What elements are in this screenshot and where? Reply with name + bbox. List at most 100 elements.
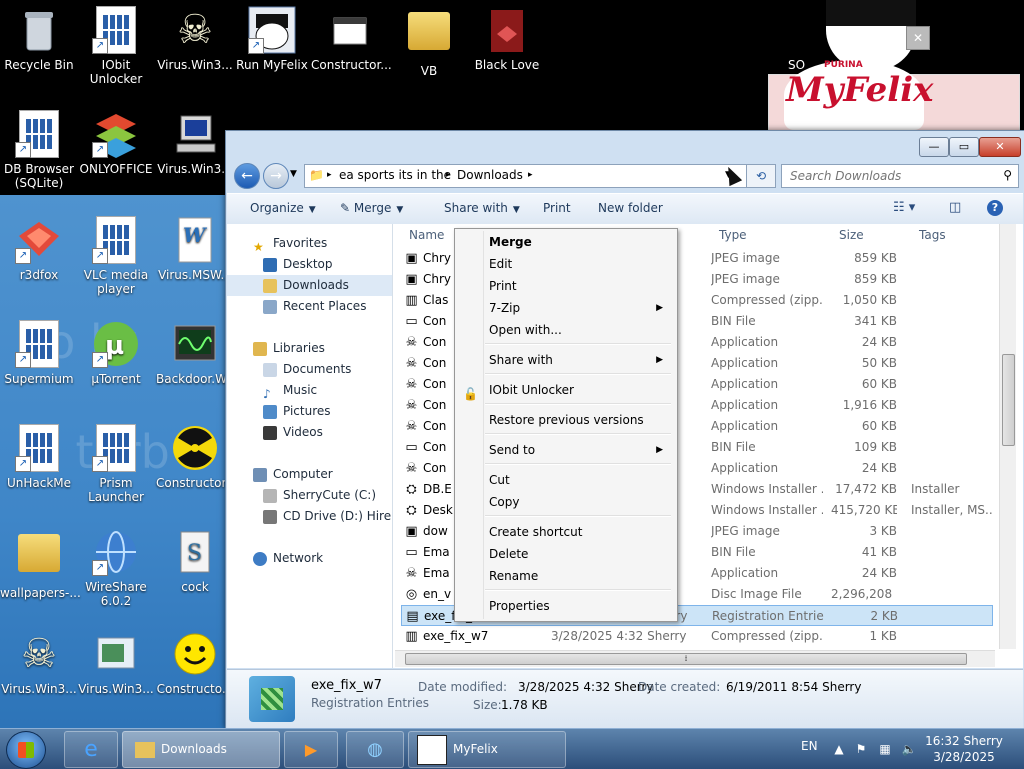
menu-item-share-with[interactable]: Share with ▶ [457, 349, 673, 371]
close-icon[interactable]: ✕ [906, 26, 930, 50]
desktop-icon-black-love[interactable]: Black Love [468, 6, 546, 72]
desktop-icon-utorrent[interactable]: µ ↗ µTorrent [77, 320, 155, 386]
column-header-size[interactable]: Size [839, 228, 864, 242]
desktop-icon-run-myfelix[interactable]: ↗ Run MyFelix [233, 6, 311, 72]
chevron-right-icon[interactable]: ▸ [446, 170, 451, 180]
organize-button[interactable]: Organize ▼ [250, 201, 316, 215]
desktop-icon-db-browser[interactable]: ↗ DB Browser (SQLite) [0, 110, 78, 190]
show-hidden-icons-icon[interactable]: ▲ [831, 741, 847, 757]
nav-pictures[interactable]: Pictures [227, 401, 392, 422]
internet-explorer-icon[interactable]: e [64, 731, 118, 768]
chevron-right-icon[interactable]: ▸ [528, 170, 533, 180]
maximize-button[interactable]: ▭ [949, 137, 979, 157]
volume-muted-icon[interactable]: 🔈 [901, 741, 917, 757]
column-header-tags[interactable]: Tags [919, 228, 946, 242]
nav-favorites[interactable]: ★ Favorites [227, 233, 392, 254]
nav-computer[interactable]: Computer [227, 464, 392, 485]
refresh-button[interactable]: ⟲ [746, 164, 776, 188]
nav-libraries[interactable]: Libraries [227, 338, 392, 359]
desktop-icon-recycle-bin[interactable]: Recycle Bin [0, 6, 78, 72]
desktop-icon-constructor-1[interactable]: Constructor... [311, 6, 392, 72]
menu-item-delete[interactable]: Delete [457, 543, 673, 565]
new-folder-button[interactable]: New folder [598, 201, 663, 215]
column-header-name[interactable]: Name [409, 228, 444, 242]
desktop-icon-backdoor[interactable]: Backdoor.W... [156, 320, 237, 386]
nav-videos[interactable]: Videos [227, 422, 392, 443]
nav-recent-places[interactable]: Recent Places [227, 296, 392, 317]
nav-network[interactable]: Network [227, 548, 392, 569]
menu-item-send-to[interactable]: Send to ▶ [457, 439, 673, 461]
menu-item-restore-previous-versions[interactable]: Restore previous versions [457, 409, 673, 431]
start-button[interactable] [6, 731, 46, 769]
nav-desktop[interactable]: Desktop [227, 254, 392, 275]
menu-item-iobit-unlocker[interactable]: 🔓 IObit Unlocker [457, 379, 673, 401]
address-bar[interactable]: 📁 ▸ ea sports its in the ▸ Downloads ▸ ▼ [304, 164, 768, 188]
desktop-icon-r3dfox[interactable]: ↗ r3dfox [0, 216, 78, 282]
minimize-button[interactable]: — [919, 137, 949, 157]
media-player-icon[interactable]: ▶ [284, 731, 338, 768]
desktop-icon-virus-4[interactable]: Virus.Win3... [77, 630, 155, 696]
nav-c-drive[interactable]: SherryCute (C:) [227, 485, 392, 506]
myfelix-popup[interactable]: PURINA MyFelix SO ✕ [756, 0, 1024, 140]
desktop-icon-vb[interactable]: VB [390, 6, 468, 78]
desktop-icon-vlc[interactable]: ↗ VLC media player [77, 216, 155, 296]
desktop-icon-virus-2[interactable]: Virus.Win3... [156, 110, 234, 176]
nav-d-drive[interactable]: CD Drive (D:) Hiren's [227, 506, 392, 527]
menu-item-rename[interactable]: Rename [457, 565, 673, 587]
menu-item-properties[interactable]: Properties [457, 595, 673, 617]
desktop-icon-iobit-unlocker[interactable]: ↗ IObit Unlocker [77, 6, 155, 86]
recent-pages-chevron-down-icon[interactable]: ▼ [290, 169, 297, 179]
menu-item-cut[interactable]: Cut [457, 469, 673, 491]
desktop-icon-onlyoffice[interactable]: ↗ ONLYOFFICE [77, 110, 155, 176]
table-row[interactable]: ▥ exe_fix_w7 3/28/2025 4:32 Sherry Compress… [401, 626, 993, 647]
taskbar-myfelix[interactable]: MyFelix [408, 731, 566, 768]
vertical-scrollbar[interactable] [999, 224, 1016, 649]
action-center-icon[interactable]: ⚑ [853, 741, 869, 757]
desktop-icon-wireshare[interactable]: ↗ WireShare 6.0.2 [77, 528, 155, 608]
desktop-icon-prism-launcher[interactable]: ↗ Prism Launcher [77, 424, 155, 504]
nav-downloads[interactable]: Downloads [227, 275, 392, 296]
breadcrumb-segment[interactable]: Downloads [457, 168, 523, 182]
menu-item-copy[interactable]: Copy [457, 491, 673, 513]
merge-button[interactable]: ✎ Merge ▼ [340, 201, 403, 215]
menu-item-print[interactable]: Print [457, 275, 673, 297]
language-indicator[interactable]: EN [801, 739, 818, 753]
clock[interactable]: 16:32 Sherry 3/28/2025 [924, 733, 1004, 765]
desktop-icon-constructor-2[interactable]: Constructor... [156, 424, 237, 490]
search-icon[interactable]: ⚲ [1003, 168, 1012, 182]
chevron-right-icon[interactable]: ▸ [327, 170, 332, 180]
desktop-icon-supermium[interactable]: ↗ Supermium [0, 320, 78, 386]
search-input[interactable] [788, 165, 992, 187]
nav-documents[interactable]: Documents [227, 359, 392, 380]
view-options-icon[interactable]: ☷ ▾ [893, 200, 915, 215]
menu-item-open-with[interactable]: Open with... [457, 319, 673, 341]
menu-item-create-shortcut[interactable]: Create shortcut [457, 521, 673, 543]
nav-music[interactable]: ♪ Music [227, 380, 392, 401]
desktop-icon-wallpapers[interactable]: wallpapers-... [0, 528, 81, 600]
scrollbar-thumb[interactable]: ⁞ [405, 653, 967, 665]
close-button[interactable]: ✕ [979, 137, 1021, 157]
desktop-icon-virus-msw[interactable]: W Virus.MSW... [156, 216, 234, 282]
search-box[interactable]: ⚲ [781, 164, 1019, 188]
menu-item-merge[interactable]: Merge [457, 231, 673, 253]
scrollbar-thumb[interactable] [1002, 354, 1015, 446]
network-icon[interactable]: ▦ [877, 741, 893, 757]
menu-item-edit[interactable]: Edit [457, 253, 673, 275]
share-with-button[interactable]: Share with ▼ [444, 201, 520, 215]
preview-pane-icon[interactable]: ◫ [949, 200, 961, 215]
back-button[interactable]: ← [234, 163, 260, 189]
desktop-icon-unhackme[interactable]: ↗ UnHackMe [0, 424, 78, 490]
help-icon[interactable]: ? [987, 200, 1003, 216]
horizontal-scrollbar[interactable]: ⁞ [395, 650, 995, 667]
taskbar-downloads[interactable]: Downloads [122, 731, 280, 768]
title-bar[interactable]: — ▭ ✕ [226, 131, 1024, 161]
menu-item-7zip[interactable]: 7-Zip ▶ [457, 297, 673, 319]
globe-icon[interactable]: ◍ [346, 731, 404, 768]
column-header-type[interactable]: Type [719, 228, 747, 242]
breadcrumb-segment[interactable]: ea sports its in the [339, 168, 451, 182]
print-button[interactable]: Print [543, 201, 571, 215]
forward-button[interactable]: → [263, 163, 289, 189]
desktop-icon-cock[interactable]: S cock [156, 528, 234, 594]
desktop-icon-constructo[interactable]: Constructo... [156, 630, 234, 696]
desktop-icon-virus-3[interactable]: ☠ Virus.Win3... [0, 630, 78, 696]
